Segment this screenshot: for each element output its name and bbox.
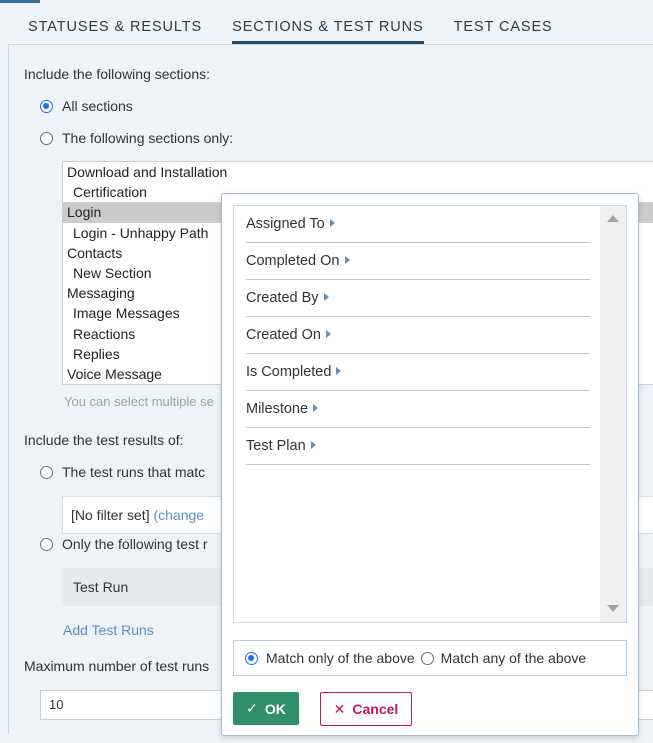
tab-statuses-results[interactable]: STATUSES & RESULTS: [28, 12, 202, 44]
match-only-label: Match only of the above: [266, 650, 415, 666]
filter-status: [No filter set]: [71, 507, 154, 523]
radio-matching-runs[interactable]: The test runs that matc: [40, 464, 205, 480]
multi-select-hint: You can select multiple se: [64, 394, 214, 409]
caret-right-icon: [323, 293, 329, 301]
radio-sections-only[interactable]: The following sections only:: [40, 130, 233, 146]
report-options-page: STATUSES & RESULTS SECTIONS & TEST RUNS …: [0, 0, 653, 743]
tab-bar: STATUSES & RESULTS SECTIONS & TEST RUNS …: [8, 12, 563, 44]
field-label: Assigned To: [246, 216, 325, 232]
top-accent-line: [0, 0, 40, 3]
radio-sections-only-circle[interactable]: [40, 131, 53, 145]
ok-button[interactable]: ✓ OK: [233, 692, 299, 725]
radio-match-only[interactable]: [245, 651, 258, 665]
field-completed-on[interactable]: Completed On: [246, 243, 590, 280]
field-label: Created By: [246, 290, 319, 306]
cancel-label: Cancel: [352, 701, 399, 717]
radio-sections-only-label: The following sections only:: [62, 130, 234, 146]
field-label: Test Plan: [246, 438, 306, 454]
field-created-by[interactable]: Created By: [246, 280, 590, 317]
list-item[interactable]: Download and Installation: [63, 162, 653, 182]
field-created-on[interactable]: Created On: [246, 317, 590, 354]
caret-right-icon: [329, 219, 335, 227]
check-icon: ✓: [246, 700, 258, 716]
caret-right-icon: [325, 330, 331, 338]
filter-field-popup: Assigned To Completed On Created By Crea…: [221, 193, 639, 736]
add-test-runs-link[interactable]: Add Test Runs: [63, 622, 154, 638]
caret-right-icon: [313, 404, 319, 412]
radio-only-test-runs-label: Only the following test r: [62, 536, 208, 552]
match-mode-group: Match only of the above Match any of the…: [233, 640, 627, 676]
radio-only-test-runs-circle[interactable]: [40, 537, 53, 551]
field-assigned-to[interactable]: Assigned To: [246, 206, 590, 243]
tab-test-cases[interactable]: TEST CASES: [454, 12, 553, 44]
field-milestone[interactable]: Milestone: [246, 391, 590, 428]
change-filter-link[interactable]: (change: [153, 507, 204, 523]
radio-match-any[interactable]: [420, 651, 434, 665]
field-label: Created On: [246, 327, 321, 343]
match-any-option[interactable]: Match any of the above: [420, 650, 587, 666]
field-label: Is Completed: [246, 364, 332, 380]
cancel-button[interactable]: ✕ Cancel: [320, 692, 412, 726]
tab-sections-test-runs[interactable]: SECTIONS & TEST RUNS: [232, 12, 424, 44]
max-runs-label: Maximum number of test runs: [24, 658, 210, 674]
radio-all-sections[interactable]: All sections: [40, 98, 133, 114]
field-test-plan[interactable]: Test Plan: [246, 428, 590, 465]
radio-all-sections-circle[interactable]: [40, 99, 53, 113]
field-is-completed[interactable]: Is Completed: [246, 354, 590, 391]
caret-right-icon: [310, 441, 316, 449]
radio-matching-runs-label: The test runs that matc: [62, 464, 206, 480]
ok-label: OK: [264, 700, 286, 717]
radio-matching-runs-circle[interactable]: [40, 465, 53, 479]
scroll-up-icon[interactable]: [607, 215, 619, 222]
radio-only-test-runs[interactable]: Only the following test r: [40, 536, 208, 552]
results-heading: Include the test results of:: [24, 432, 184, 448]
filter-fields-list[interactable]: Assigned To Completed On Created By Crea…: [233, 205, 627, 623]
fields-scrollbar[interactable]: [600, 206, 626, 622]
caret-right-icon: [336, 367, 342, 375]
scroll-down-icon[interactable]: [607, 605, 619, 612]
sections-heading: Include the following sections:: [24, 66, 210, 82]
field-label: Milestone: [246, 401, 309, 417]
field-label: Completed On: [246, 253, 340, 269]
close-icon: ✕: [333, 700, 346, 717]
radio-all-sections-label: All sections: [62, 98, 133, 114]
match-any-label: Match any of the above: [440, 650, 587, 666]
caret-right-icon: [344, 256, 350, 264]
